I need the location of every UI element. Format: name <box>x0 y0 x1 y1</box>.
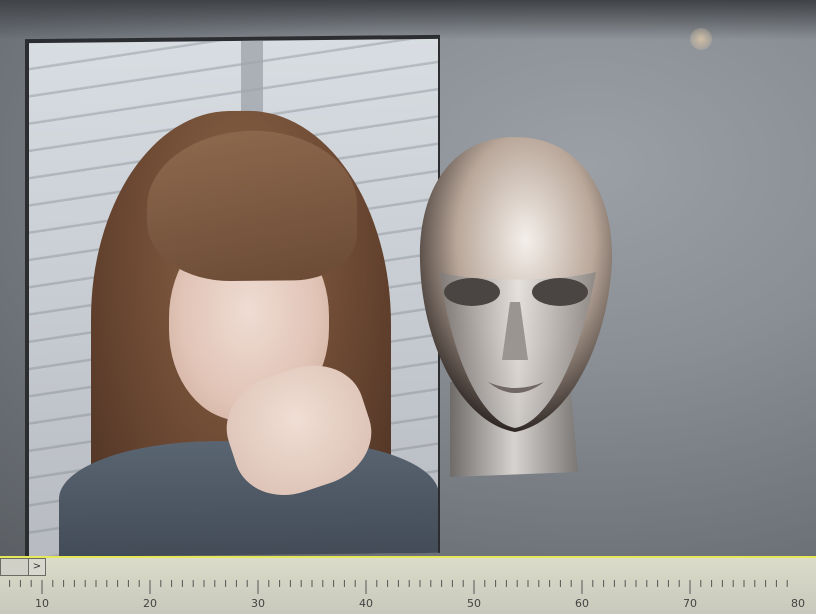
portrait-photo <box>29 38 438 556</box>
ruler-tick-label: 40 <box>359 597 373 610</box>
screen-glare <box>690 28 712 50</box>
scrollbar-track[interactable] <box>0 558 30 576</box>
photo-panel <box>25 34 440 556</box>
ruler-tick-label: 70 <box>683 597 697 610</box>
ruler-tick-label: 10 <box>35 597 49 610</box>
ruler-tick-label: 50 <box>467 597 481 610</box>
ruler-tick-label: 60 <box>575 597 589 610</box>
ruler-ticks: 10 20 30 40 50 60 70 80 <box>9 580 805 610</box>
left-eye-socket <box>444 278 500 306</box>
scroll-right-button[interactable]: > <box>28 558 46 576</box>
3d-head-model[interactable] <box>410 132 620 492</box>
3d-viewport[interactable] <box>0 0 816 556</box>
ruler-tick-label: 30 <box>251 597 265 610</box>
right-eye-socket <box>532 278 588 306</box>
bangs <box>147 129 357 282</box>
ruler-tick-label: 20 <box>143 597 157 610</box>
timeline-ruler[interactable]: > 10 20 30 40 50 60 70 80 <box>0 556 816 614</box>
ruler-tick-label: 80 <box>791 597 805 610</box>
